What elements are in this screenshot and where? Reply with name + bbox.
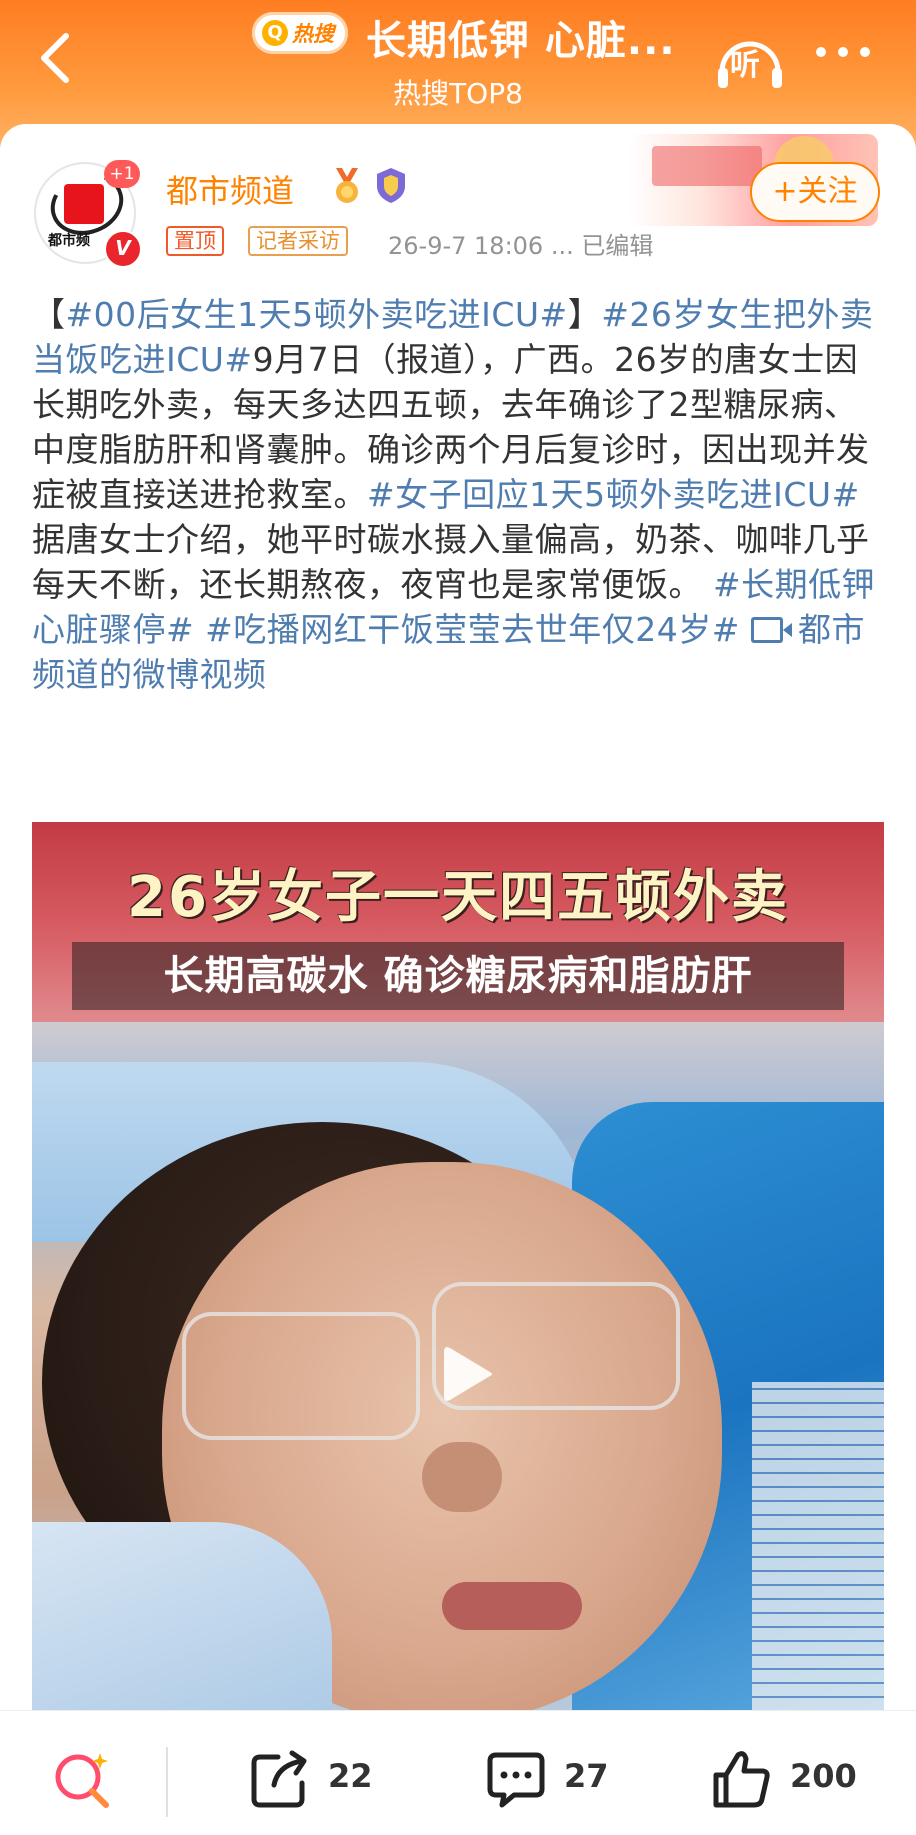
repost-count: 22 [328, 1757, 373, 1795]
bottom-action-bar: 22 27 200 [0, 1710, 916, 1835]
author-name[interactable]: 都市频道 [166, 166, 294, 212]
verified-badge: V [104, 230, 142, 268]
text-segment: 【 [32, 295, 66, 334]
hot-search-badge: Q 热搜 [252, 12, 348, 54]
play-icon[interactable] [430, 1338, 502, 1410]
video-frame-sheet [32, 1522, 332, 1710]
search-icon [55, 1753, 109, 1808]
comment-icon [487, 1752, 545, 1808]
more-button[interactable] [816, 42, 896, 72]
repost-button[interactable]: 22 [248, 1747, 378, 1811]
shield-icon [377, 168, 405, 203]
more-icon-dot [860, 47, 870, 57]
search-button[interactable] [50, 1747, 114, 1811]
text-segment: 】 [567, 295, 602, 334]
more-icon [816, 47, 826, 57]
repost-icon [251, 1750, 307, 1808]
gate-decoration [652, 146, 762, 186]
pinned-tag: 置顶 [166, 226, 224, 256]
hashtag-link[interactable]: #女子回应1天5顿外卖吃进ICU# [367, 475, 860, 514]
text-segment [740, 610, 751, 649]
hashtag-link[interactable]: #吃播网红干饭莹莹去世年仅24岁# [205, 610, 740, 649]
listen-button[interactable]: 听 [714, 30, 786, 90]
like-icon [713, 1751, 770, 1808]
like-button[interactable]: 200 [710, 1747, 860, 1811]
notification-badge: +1 [104, 160, 140, 188]
follow-button[interactable]: +关注 [750, 162, 880, 222]
listen-label: 听 [730, 48, 760, 83]
medal-icon [336, 168, 358, 203]
video-frame-glasses [182, 1312, 420, 1440]
video-subline: 长期高碳水 确诊糖尿病和脂肪肝 [72, 942, 844, 1010]
video-player[interactable]: 26岁女子一天四五顿外卖 长期高碳水 确诊糖尿病和脂肪肝 [32, 822, 884, 1710]
comment-count: 27 [564, 1757, 609, 1795]
search-icon: Q [262, 20, 288, 46]
video-frame-nose [422, 1442, 502, 1512]
video-icon [750, 617, 792, 643]
video-frame-checked-blanket [752, 1382, 884, 1710]
reporter-interview-tag: 记者采访 [248, 226, 348, 256]
video-headline: 26岁女子一天四五顿外卖 [127, 865, 789, 930]
bar-divider [166, 1747, 168, 1817]
hashtag-link[interactable]: #00后女生1天5顿外卖吃进ICU# [66, 295, 568, 334]
page-title: 长期低钾 心脏... [366, 18, 676, 64]
more-icon-dot [838, 47, 848, 57]
post-meta: 26-9-7 18:06 ... 已编辑 [388, 232, 654, 260]
hot-badge-label: 热搜 [292, 22, 334, 46]
video-frame-lips [442, 1582, 582, 1630]
post-text: 【#00后女生1天5顿外卖吃进ICU#】#26岁女生把外卖当饭吃进ICU#9月7… [32, 292, 884, 697]
like-count: 200 [790, 1757, 857, 1795]
comment-button[interactable]: 27 [484, 1747, 614, 1811]
avatar-logo-mark [64, 184, 104, 224]
avatar-text: 都市频 [48, 233, 90, 249]
text-segment [194, 610, 205, 649]
